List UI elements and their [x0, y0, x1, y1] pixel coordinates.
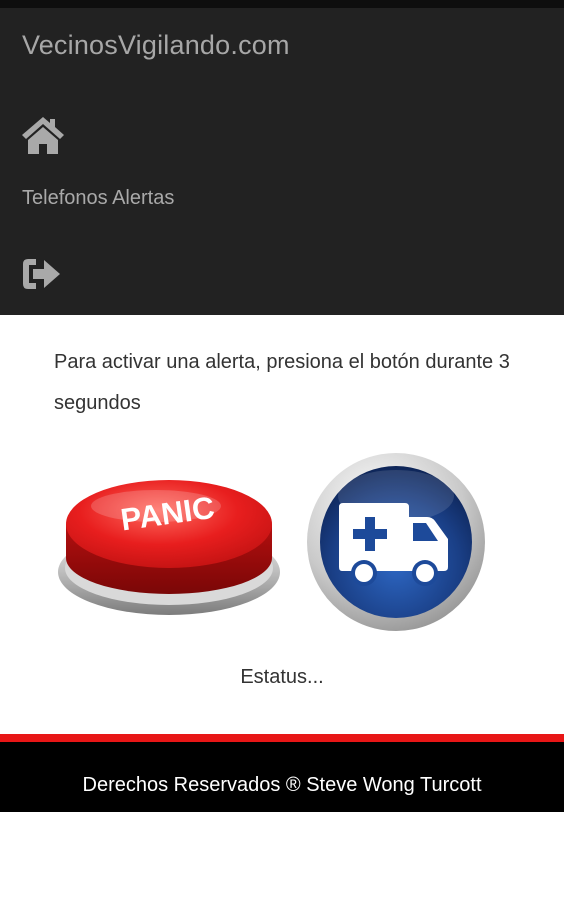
top-status-strip	[0, 0, 564, 8]
home-link[interactable]	[20, 114, 66, 158]
brand-link[interactable]: VecinosVigilando.com	[22, 30, 290, 61]
instructions-text: Para activar una alerta, presiona el bot…	[54, 351, 510, 414]
sign-out-icon	[23, 259, 60, 289]
status-text: Estatus...	[240, 666, 324, 688]
navbar: VecinosVigilando.com Telefonos Alertas	[0, 8, 564, 315]
home-icon	[22, 117, 64, 154]
footer: Derechos Reservados ® Steve Wong Turcott	[0, 742, 564, 812]
nav-link-telefonos-alertas[interactable]: Telefonos Alertas	[22, 187, 174, 210]
ambulance-button[interactable]	[305, 451, 487, 633]
footer-copyright: Derechos Reservados ® Steve Wong Turcott	[82, 774, 482, 796]
logout-link[interactable]	[20, 254, 64, 294]
footer-accent-line	[0, 734, 564, 742]
panic-button[interactable]: PANIC	[56, 468, 282, 618]
